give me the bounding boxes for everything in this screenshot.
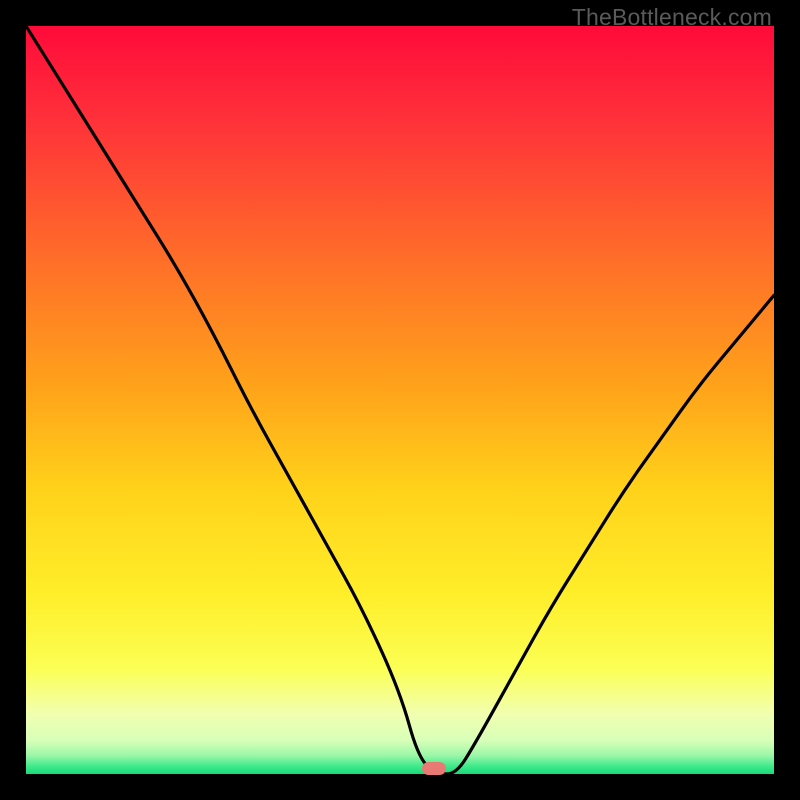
plot-area [26, 26, 774, 774]
watermark-text: TheBottleneck.com [572, 4, 772, 31]
bottleneck-curve [26, 26, 774, 774]
optimum-marker [422, 762, 446, 775]
chart-container: TheBottleneck.com [0, 0, 800, 800]
